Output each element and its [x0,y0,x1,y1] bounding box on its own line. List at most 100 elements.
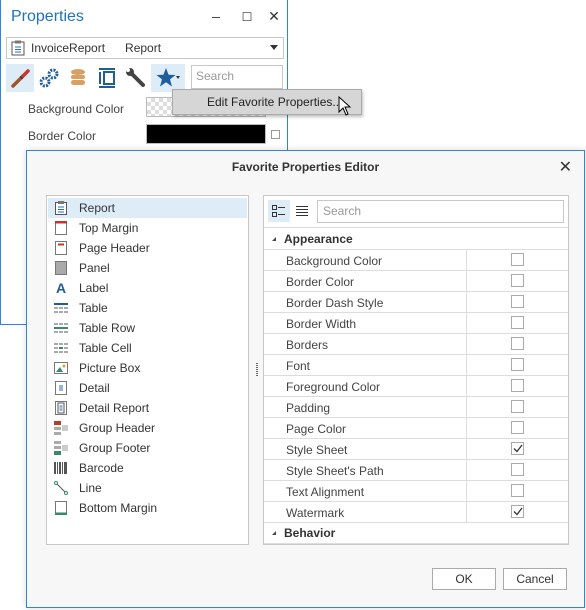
element-label: Table [79,301,108,315]
element-label: Group Header [79,421,156,435]
report-icon [54,201,68,215]
favorite-checkbox[interactable] [511,316,524,329]
picture-box-icon [54,361,68,375]
categorized-icon [272,205,285,217]
element-label: Detail [79,381,110,395]
report-icon [11,40,25,56]
favorite-checkbox[interactable] [511,358,524,371]
property-search-input[interactable]: Search [317,200,564,223]
column-divider [466,460,467,481]
favorite-checkbox[interactable] [511,484,524,497]
prop-label-border-color: Border Color [28,129,97,143]
mouse-cursor-icon [338,96,352,116]
border-color-swatch[interactable] [146,124,266,144]
element-label: Bottom Margin [79,501,158,515]
database-icon [71,69,85,85]
column-divider [466,250,467,271]
category-row[interactable]: Appearance [264,229,568,250]
element-label: Panel [79,261,110,275]
element-list-item[interactable]: Table Cell [48,338,247,358]
table-row-icon [54,321,68,335]
properties-search-input[interactable]: Search [191,65,283,89]
element-label: Table Cell [79,341,132,355]
column-divider [466,481,467,502]
element-list-item[interactable]: Picture Box [48,358,247,378]
ok-button[interactable]: OK [432,568,496,590]
behavior-tab-button[interactable] [35,64,63,92]
element-label: Group Footer [79,441,151,455]
close-button[interactable]: ✕ [265,8,283,25]
collapse-triangle-icon [272,237,276,241]
favorite-checkbox[interactable] [271,130,280,139]
cancel-button[interactable]: Cancel [503,568,567,590]
property-row: Border Dash Style [264,292,568,313]
top-margin-icon [54,221,68,235]
favorite-checkbox[interactable] [511,253,524,266]
element-list-item[interactable]: Page Header [48,238,247,258]
dialog-close-button[interactable]: ✕ [559,157,572,177]
favorite-checkbox[interactable] [511,274,524,287]
minimize-button[interactable]: – [207,8,225,24]
element-list-item[interactable]: Barcode [48,458,247,478]
misc-tab-button[interactable] [122,64,150,92]
maximize-button[interactable]: ☐ [238,10,256,24]
gears-icon [39,68,59,88]
favorite-checkbox[interactable] [511,400,524,413]
element-list-item[interactable]: Group Footer [48,438,247,458]
appearance-tab-button[interactable] [6,64,34,92]
favorite-checkbox[interactable] [511,421,524,434]
bottom-margin-icon [54,501,68,515]
group-footer-icon [54,441,68,455]
checkmark-icon [513,507,523,516]
element-list-item[interactable]: Report [48,198,247,218]
data-tab-button[interactable] [64,64,92,92]
category-row[interactable]: Behavior [264,523,568,544]
alphabetical-view-button[interactable] [291,200,313,222]
favorite-checkbox[interactable] [511,442,524,455]
chevron-down-icon [270,45,278,50]
element-label: Barcode [79,461,124,475]
property-row: Page Color [264,418,568,439]
element-list-item[interactable]: Panel [48,258,247,278]
layout-tab-button[interactable] [93,64,121,92]
favorite-checkbox[interactable] [511,295,524,308]
property-row: Style Sheet [264,439,568,460]
element-list-item[interactable]: Detail [48,378,247,398]
element-label: Top Margin [79,221,139,235]
categorized-view-button[interactable] [268,200,290,222]
property-row: Text Alignment [264,481,568,502]
properties-title: Properties [11,8,84,25]
property-name: Style Sheet's Path [286,464,384,478]
splitter-handle[interactable] [256,363,258,377]
favorite-checkbox[interactable] [511,505,524,518]
favorite-properties-editor-dialog: Favorite Properties Editor ✕ Report Top M… [26,150,585,608]
favorite-checkbox[interactable] [511,337,524,350]
object-selector[interactable]: InvoiceReport Report [6,37,284,59]
property-name: Padding [286,401,331,415]
element-label: Page Header [79,241,150,255]
favorites-tab-button[interactable] [151,64,185,92]
property-name: Foreground Color [286,380,381,394]
property-row: Font [264,355,568,376]
property-name: Text Alignment [286,485,365,499]
favorite-checkbox[interactable] [511,463,524,476]
element-list-item[interactable]: Bottom Margin [48,498,247,518]
element-label: Picture Box [79,361,141,375]
element-list-item[interactable]: Detail Report [48,398,247,418]
element-list-item[interactable]: A Label [48,278,247,298]
element-list-item[interactable]: Line [48,478,247,498]
edit-favorite-properties-menu-item[interactable]: Edit Favorite Properties... [172,89,362,115]
element-list: Report Top Margin Page Header Panel A Label Ta… [46,195,249,545]
panel-icon [54,261,68,275]
detail-icon [54,381,68,395]
column-divider [466,418,467,439]
favorite-checkbox[interactable] [511,379,524,392]
property-name: Style Sheet [286,443,348,457]
element-list-item[interactable]: Table [48,298,247,318]
category-label: Appearance [284,232,353,246]
svg-text:A: A [56,281,66,295]
table-icon [54,301,68,315]
element-list-item[interactable]: Group Header [48,418,247,438]
element-list-item[interactable]: Table Row [48,318,247,338]
element-list-item[interactable]: Top Margin [48,218,247,238]
